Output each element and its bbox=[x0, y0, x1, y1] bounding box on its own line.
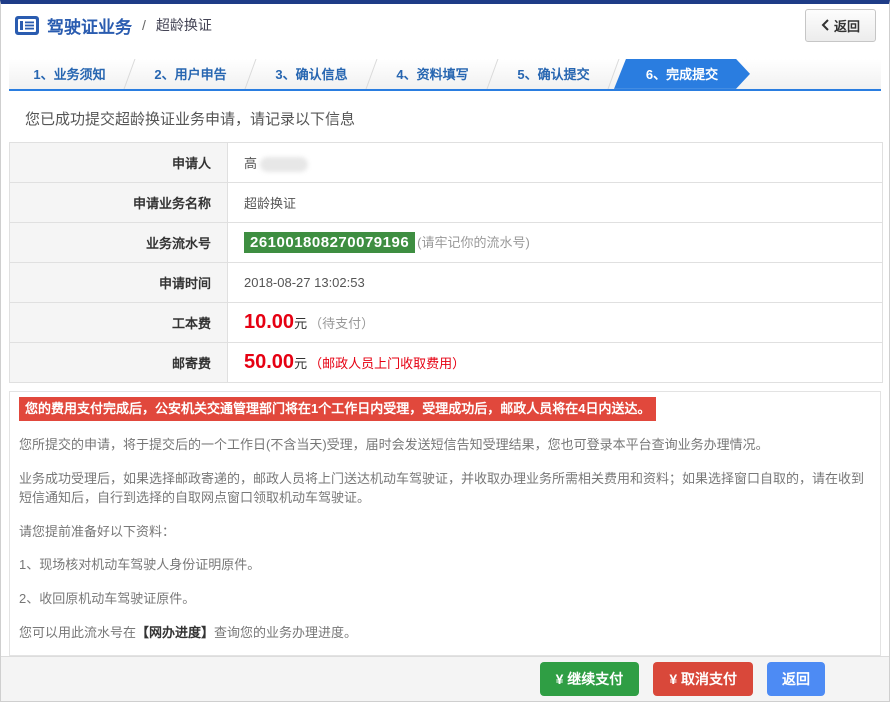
postage-unit: 元 bbox=[294, 356, 307, 371]
table-row: 申请人 高 bbox=[10, 142, 883, 182]
postage-note: （邮政人员上门收取费用） bbox=[309, 356, 465, 371]
step-tab-confirm-submit: 5、确认提交 bbox=[493, 59, 614, 89]
notice-paragraph: 请您提前准备好以下资料： bbox=[19, 522, 871, 542]
table-row: 业务流水号 261001808270079196(请牢记你的流水号) bbox=[10, 222, 883, 262]
business-name-value: 超龄换证 bbox=[228, 182, 883, 222]
serial-number-note: (请牢记你的流水号) bbox=[417, 235, 530, 250]
back-button-label: 返回 bbox=[834, 16, 860, 35]
success-message: 您已成功提交超龄换证业务申请，请记录以下信息 bbox=[25, 108, 873, 129]
notice-panel: 您的费用支付完成后，公安机关交通管理部门将在1个工作日内受理，受理成功后，邮政人… bbox=[9, 391, 881, 656]
license-list-icon bbox=[15, 16, 39, 35]
steps-bar: 1、业务须知 2、用户申告 3、确认信息 4、资料填写 5、确认提交 6、完成提… bbox=[9, 59, 881, 91]
breadcrumb-current: 超龄换证 bbox=[156, 15, 212, 35]
row-label: 邮寄费 bbox=[10, 342, 228, 382]
applicant-name-redacted bbox=[260, 157, 308, 172]
progress-note: 您可以用此流水号在【网办进度】查询您的业务办理进度。 bbox=[19, 623, 871, 643]
materials-list-item: 1、现场核对机动车驾驶人身份证明原件。 bbox=[19, 555, 871, 575]
chevron-left-icon bbox=[821, 19, 829, 31]
row-label: 申请人 bbox=[10, 142, 228, 182]
progress-note-suffix: 查询您的业务办理进度。 bbox=[214, 625, 357, 640]
apply-time-value: 2018-08-27 13:02:53 bbox=[228, 262, 883, 302]
table-row: 申请时间 2018-08-27 13:02:53 bbox=[10, 262, 883, 302]
step-tab-business-notice: 1、业务须知 bbox=[9, 59, 130, 89]
step-tab-complete-submit: 6、完成提交 bbox=[614, 59, 750, 89]
header: 驾驶证业务 / 超龄换证 返回 bbox=[1, 4, 889, 47]
fee-note: （待支付） bbox=[309, 316, 374, 331]
row-label: 工本费 bbox=[10, 302, 228, 342]
fee-unit: 元 bbox=[294, 316, 307, 331]
step-tab-confirm-info: 3、确认信息 bbox=[251, 59, 372, 89]
page-title: 驾驶证业务 bbox=[47, 13, 132, 38]
return-button[interactable]: 返回 bbox=[767, 662, 825, 696]
back-button[interactable]: 返回 bbox=[805, 9, 876, 42]
table-row: 申请业务名称 超龄换证 bbox=[10, 182, 883, 222]
cancel-payment-button[interactable]: ¥ 取消支付 bbox=[653, 662, 753, 696]
postage-amount: 50.00 bbox=[244, 351, 294, 373]
progress-menu-name: 【网办进度】 bbox=[136, 625, 214, 640]
table-row: 邮寄费 50.00元（邮政人员上门收取费用） bbox=[10, 342, 883, 382]
step-tab-fill-data: 4、资料填写 bbox=[372, 59, 493, 89]
alert-banner: 您的费用支付完成后，公安机关交通管理部门将在1个工作日内受理，受理成功后，邮政人… bbox=[19, 397, 656, 421]
progress-note-prefix: 您可以用此流水号在 bbox=[19, 625, 136, 640]
row-label: 业务流水号 bbox=[10, 222, 228, 262]
row-label: 申请业务名称 bbox=[10, 182, 228, 222]
fee-amount: 10.00 bbox=[244, 311, 294, 333]
step-tab-user-declaration: 2、用户申告 bbox=[130, 59, 251, 89]
row-label: 申请时间 bbox=[10, 262, 228, 302]
page: 驾驶证业务 / 超龄换证 返回 1、业务须知 2、用户申告 3、确认信息 4、资… bbox=[0, 0, 890, 702]
footer: ¥ 继续支付 ¥ 取消支付 返回 bbox=[1, 656, 889, 701]
table-row: 工本费 10.00元（待支付） bbox=[10, 302, 883, 342]
breadcrumb-separator: / bbox=[142, 17, 146, 33]
serial-number-badge: 261001808270079196 bbox=[244, 232, 415, 253]
notice-paragraph: 业务成功受理后，如果选择邮政寄递的，邮政人员将上门送达机动车驾驶证，并收取办理业… bbox=[19, 469, 871, 508]
continue-payment-button[interactable]: ¥ 继续支付 bbox=[540, 662, 640, 696]
info-table: 申请人 高 申请业务名称 超龄换证 业务流水号 2610018082700791… bbox=[9, 142, 883, 383]
materials-list-item: 2、收回原机动车驾驶证原件。 bbox=[19, 589, 871, 609]
notice-paragraph: 您所提交的申请，将于提交后的一个工作日(不含当天)受理，届时会发送短信告知受理结… bbox=[19, 435, 871, 455]
applicant-name: 高 bbox=[244, 156, 257, 171]
breadcrumb: 驾驶证业务 / 超龄换证 bbox=[15, 13, 212, 38]
